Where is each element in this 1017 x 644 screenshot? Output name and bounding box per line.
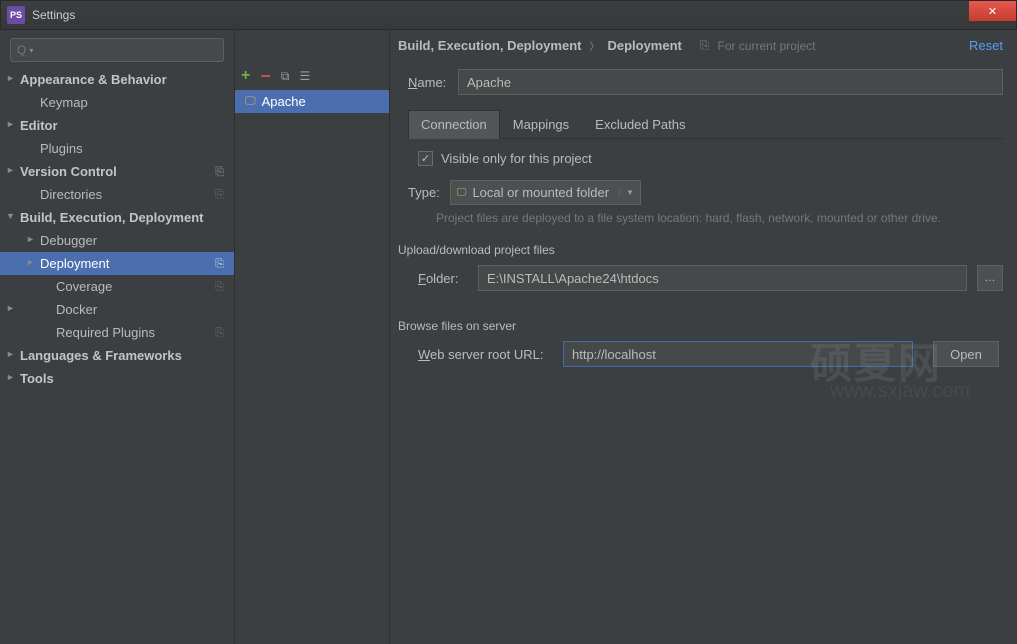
type-value: Local or mounted folder [472,185,609,200]
folder-icon: 🖵 [457,187,467,198]
app-icon: PS [7,6,25,24]
copy-server-button[interactable]: ⧉ [281,69,290,84]
type-hint: Project files are deployed to a file sys… [436,211,1003,225]
sidebar-item[interactable]: Keymap [0,91,234,114]
tab-connection[interactable]: Connection [408,110,500,139]
sidebar-item[interactable]: ► Docker [0,298,234,321]
sidebar-item[interactable]: ▼ Build, Execution, Deployment [0,206,234,229]
main-panel: Build, Execution, Deployment 〉 Deploymen… [390,30,1017,644]
breadcrumb-current: Deployment [607,38,681,53]
remove-server-button[interactable]: − [260,66,271,87]
breadcrumb: Build, Execution, Deployment 〉 Deploymen… [398,38,1003,53]
open-button[interactable]: Open [933,341,999,367]
project-scope-icon: ⎘ [700,38,710,53]
sidebar-item-label: Build, Execution, Deployment [20,210,203,225]
sidebar-item-label: Plugins [40,141,83,156]
visible-only-label: Visible only for this project [441,151,592,166]
tree-arrow-icon: ► [6,303,15,313]
sidebar-item[interactable]: ► Editor [0,114,234,137]
sidebar-item[interactable]: Plugins [0,137,234,160]
search-input[interactable]: Q▾ [10,38,224,62]
sidebar-item-label: Coverage [56,279,112,294]
tab-excluded-paths[interactable]: Excluded Paths [582,110,698,139]
window-title: Settings [32,8,75,22]
browse-folder-button[interactable]: … [977,265,1003,291]
sidebar-item[interactable]: ► Appearance & Behavior [0,68,234,91]
tab-mappings[interactable]: Mappings [500,110,582,139]
tree-arrow-icon: ▼ [6,211,15,221]
type-label: Type: [408,185,440,200]
sidebar-item-label: Version Control [20,164,117,179]
folder-input[interactable] [478,265,967,291]
tabs: Connection Mappings Excluded Paths [408,109,1003,139]
sidebar-item-label: Keymap [40,95,88,110]
reset-link[interactable]: Reset [969,38,1003,53]
upload-section-label: Upload/download project files [398,243,1003,257]
name-label: Name: [398,75,458,90]
tree-arrow-icon: ► [6,73,15,83]
sidebar-item-label: Required Plugins [56,325,155,340]
name-input[interactable] [458,69,1003,95]
server-icon: 🖵 [245,95,256,108]
project-scope-icon: ⎘ [215,258,224,271]
chevron-right-icon: 〉 [589,38,599,53]
folder-label: Folder: [418,271,468,286]
browse-section-label: Browse files on server [398,319,1003,333]
sidebar-item[interactable]: Required Plugins ⎘ [0,321,234,344]
server-toolbar: + − ⧉ ☰ [235,62,389,90]
sidebar-item[interactable]: ► Languages & Frameworks [0,344,234,367]
chevron-down-icon: ▼ [619,188,634,197]
tree-arrow-icon: ► [6,349,15,359]
tree-arrow-icon: ► [26,257,35,267]
sidebar-item-label: Deployment [40,256,109,271]
titlebar: PS Settings ✕ [0,0,1017,30]
tree-arrow-icon: ► [6,165,15,175]
server-item-apache[interactable]: 🖵 Apache [235,90,389,113]
sidebar-item[interactable]: ► Version Control ⎘ [0,160,234,183]
search-icon: Q [17,43,26,57]
tree-arrow-icon: ► [26,234,35,244]
sidebar-item[interactable]: ► Deployment ⎘ [0,252,234,275]
project-scope-icon: ⎘ [215,189,224,202]
close-button[interactable]: ✕ [969,1,1016,21]
watermark-url: www.sxjaw.com [830,380,970,403]
sidebar-item-label: Directories [40,187,102,202]
sidebar-item[interactable]: ► Debugger [0,229,234,252]
settings-sidebar: Q▾ ► Appearance & Behavior Keymap ► Editor Pl… [0,30,235,644]
sidebar-item-label: Languages & Frameworks [20,348,182,363]
project-scope-icon: ⎘ [215,281,224,294]
tree-arrow-icon: ► [6,119,15,129]
tree-arrow-icon: ► [6,372,15,382]
project-scope-icon: ⎘ [215,327,224,340]
url-label: Web server root URL: [418,347,553,362]
server-label: Apache [262,94,306,109]
sidebar-item[interactable]: Coverage ⎘ [0,275,234,298]
sidebar-item-label: Appearance & Behavior [20,72,167,87]
import-button[interactable]: ☰ [299,69,310,83]
project-scope-icon: ⎘ [215,166,224,179]
sidebar-item-label: Debugger [40,233,97,248]
settings-tree: ► Appearance & Behavior Keymap ► Editor Plugi… [0,68,234,390]
sidebar-item-label: Tools [20,371,54,386]
breadcrumb-parent[interactable]: Build, Execution, Deployment [398,38,581,53]
add-server-button[interactable]: + [241,67,250,85]
type-select[interactable]: 🖵 Local or mounted folder ▼ [450,180,641,205]
sidebar-item-label: Docker [56,302,97,317]
sidebar-item[interactable]: ► Tools [0,367,234,390]
visible-only-checkbox[interactable]: ✓ [418,151,433,166]
sidebar-item[interactable]: Directories ⎘ [0,183,234,206]
server-list-panel: + − ⧉ ☰ 🖵 Apache [235,30,390,644]
sidebar-item-label: Editor [20,118,58,133]
chevron-down-icon: ▾ [29,46,33,55]
project-scope-label: For current project [717,39,815,53]
web-server-url-input[interactable] [563,341,913,367]
